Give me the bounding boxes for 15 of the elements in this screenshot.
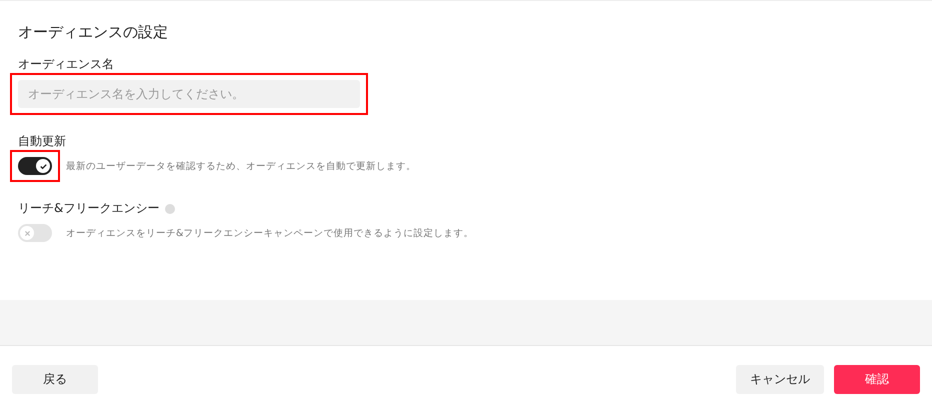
setting-label: リーチ&フリークエンシー [18,201,160,215]
setting-description: オーディエンスをリーチ&フリークエンシーキャンペーンで使用できるように設定します。 [66,226,474,240]
section-title: オーディエンスの設定 [18,23,169,42]
field-label: オーディエンス名 [18,56,115,73]
help-icon[interactable] [165,204,176,214]
toggle-switch[interactable] [18,157,52,175]
audience-name-field[interactable]: オーディエンス名を入力してください。 [18,80,360,108]
check-icon [38,162,48,170]
setting-description: 最新のユーザーデータを確認するため、オーディエンスを自動で更新します。 [66,160,416,172]
back-button[interactable]: 戻る [12,365,98,394]
toggle-switch[interactable] [18,224,52,242]
setting-label: 自動更新 [18,134,66,148]
confirm-button[interactable]: 確認 [834,365,920,394]
cancel-button[interactable]: キャンセル [736,365,824,394]
close-icon [24,230,30,236]
